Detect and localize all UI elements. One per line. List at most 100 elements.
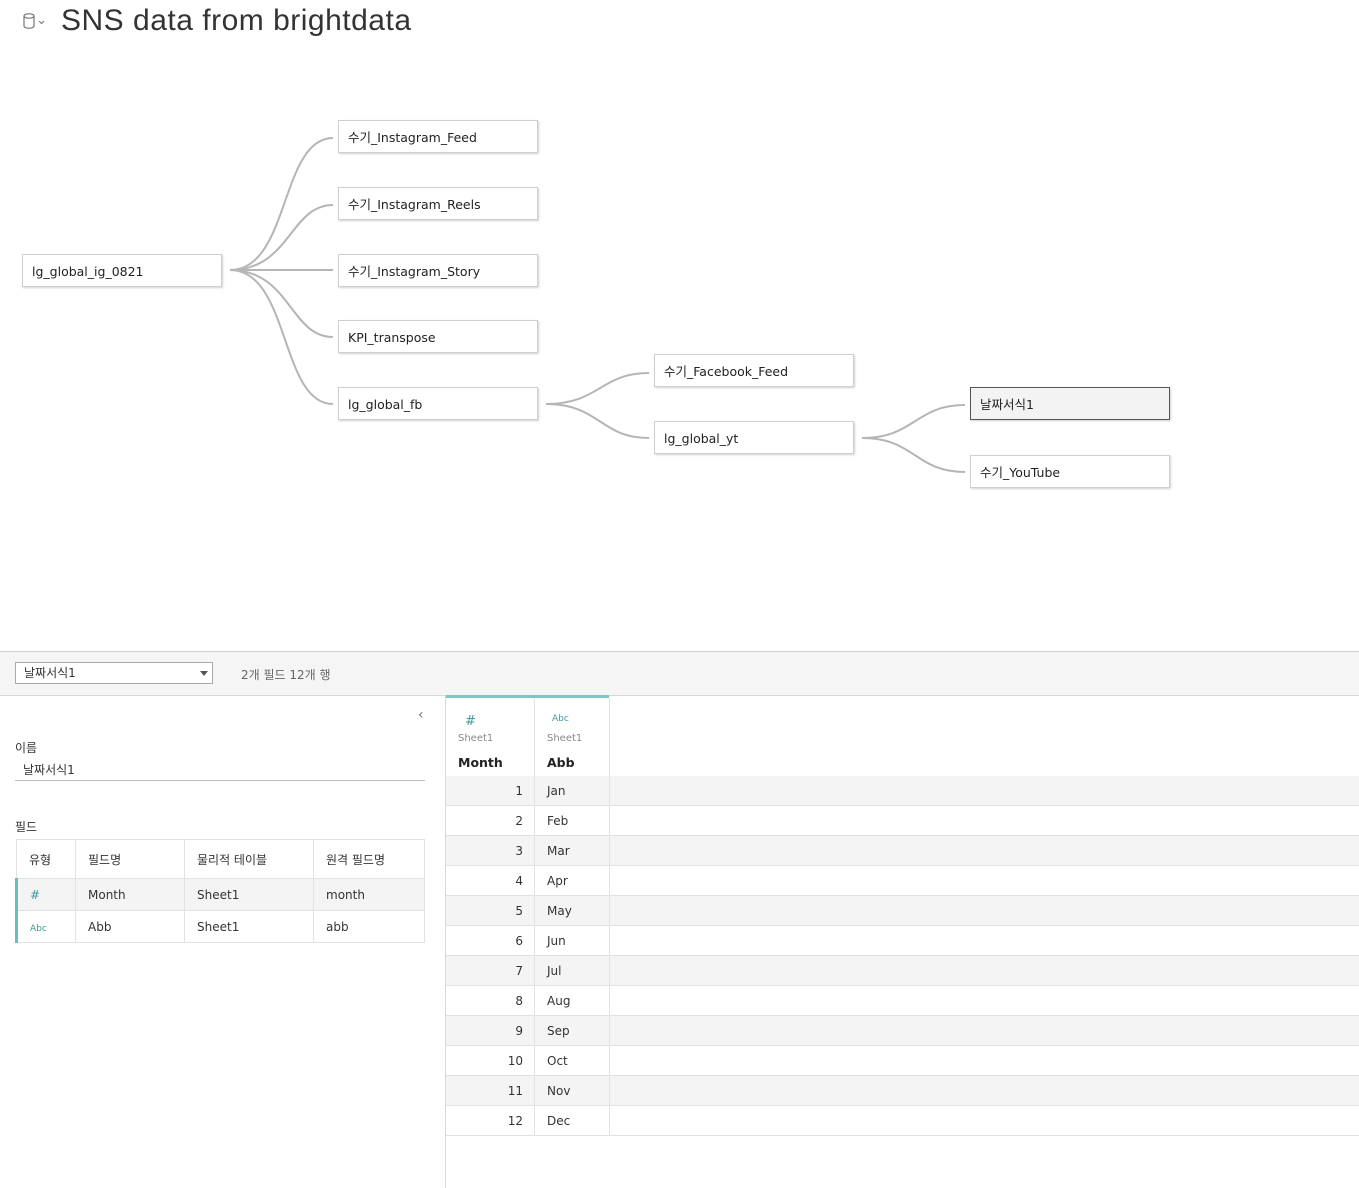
flow-node-lg-global-ig-0821[interactable]: lg_global_ig_0821 [22, 254, 222, 287]
column-divider [534, 1076, 535, 1106]
table-row[interactable]: 3 Mar [446, 836, 1359, 866]
column-divider [534, 986, 535, 1016]
cell-abb: Apr [547, 874, 568, 888]
column-divider [534, 926, 535, 956]
header: SNS data from brightdata [0, 0, 1359, 50]
string-type-icon[interactable]: Abc [552, 714, 569, 724]
flow-node-instagram-story[interactable]: 수기_Instagram_Story [338, 254, 538, 287]
cell-month: 4 [515, 874, 523, 888]
grid-column-month[interactable]: # Sheet1 Month [446, 698, 535, 776]
table-row[interactable]: 8 Aug [446, 986, 1359, 1016]
table-select[interactable]: 날짜서식1 [15, 662, 213, 684]
column-source: Sheet1 [458, 733, 494, 744]
cell-month: 9 [515, 1024, 523, 1038]
column-divider [609, 1106, 610, 1136]
flow-node-lg-global-yt[interactable]: lg_global_yt [654, 421, 854, 454]
chevron-down-icon [200, 671, 208, 676]
column-divider [609, 776, 610, 806]
cell-abb: Jan [547, 784, 566, 798]
physical-table: Sheet1 [184, 878, 314, 911]
fields-table: 유형 필드명 물리적 테이블 원격 필드명 # Month Sheet1 mon… [15, 839, 425, 943]
flow-node-youtube[interactable]: 수기_YouTube [970, 455, 1170, 488]
table-row[interactable]: 5 May [446, 896, 1359, 926]
flow-node-facebook-feed[interactable]: 수기_Facebook_Feed [654, 354, 854, 387]
column-divider [609, 1076, 610, 1106]
table-select-value: 날짜서식1 [24, 666, 76, 680]
table-row[interactable]: 1 Jan [446, 776, 1359, 806]
cell-abb: Feb [547, 814, 569, 828]
table-toolbar: 날짜서식1 2개 필드 12개 행 [0, 651, 1359, 696]
flow-connectors [229, 137, 966, 473]
cell-month: 2 [515, 814, 523, 828]
flow-node-instagram-feed[interactable]: 수기_Instagram_Feed [338, 120, 538, 153]
connector [861, 437, 966, 473]
column-divider [534, 896, 535, 926]
column-divider [609, 836, 610, 866]
table-row[interactable]: 9 Sep [446, 1016, 1359, 1046]
column-divider [609, 956, 610, 986]
field-name[interactable]: Month [75, 878, 185, 911]
cell-month: 6 [515, 934, 523, 948]
connector [861, 404, 966, 439]
col-header-physical-table[interactable]: 물리적 테이블 [184, 839, 314, 879]
table-summary: 2개 필드 12개 행 [241, 668, 331, 682]
flow-node-date-format1[interactable]: 날짜서식1 [970, 387, 1170, 420]
column-divider [609, 926, 610, 956]
database-icon[interactable] [22, 12, 45, 32]
table-row[interactable]: 11 Nov [446, 1076, 1359, 1106]
column-divider [534, 806, 535, 836]
fields-label: 필드 [15, 820, 38, 834]
physical-table: Sheet1 [184, 910, 314, 943]
column-divider [534, 1106, 535, 1136]
cell-abb: Mar [547, 844, 570, 858]
cell-month: 1 [515, 784, 523, 798]
table-row[interactable]: 10 Oct [446, 1046, 1359, 1076]
column-name: Abb [547, 755, 575, 770]
column-divider [609, 806, 610, 836]
column-divider [534, 1016, 535, 1046]
column-divider [609, 896, 610, 926]
field-name[interactable]: Abb [75, 910, 185, 943]
cell-month: 8 [515, 994, 523, 1008]
column-divider [609, 986, 610, 1016]
cell-month: 3 [515, 844, 523, 858]
table-row[interactable]: 12 Dec [446, 1106, 1359, 1136]
page-title: SNS data from brightdata [61, 4, 412, 37]
remote-field: abb [313, 910, 425, 943]
column-source: Sheet1 [547, 733, 583, 744]
column-divider [534, 776, 535, 806]
details-panel: ‹ 이름 날짜서식1 필드 유형 필드명 물리적 테이블 원격 필드명 # Mo… [0, 695, 446, 1188]
table-row[interactable]: # Month Sheet1 month [15, 878, 425, 911]
col-header-type[interactable]: 유형 [16, 839, 76, 879]
flow-node-lg-global-fb[interactable]: lg_global_fb [338, 387, 538, 420]
table-row[interactable]: 7 Jul [446, 956, 1359, 986]
flow-node-instagram-reels[interactable]: 수기_Instagram_Reels [338, 187, 538, 220]
cell-month: 7 [515, 964, 523, 978]
number-type-icon[interactable]: # [465, 714, 476, 729]
connector [229, 269, 334, 405]
name-field[interactable]: 날짜서식1 [15, 759, 425, 781]
table-row[interactable]: 4 Apr [446, 866, 1359, 896]
column-divider [609, 1046, 610, 1076]
connector [545, 403, 650, 439]
flow-node-kpi-transpose[interactable]: KPI_transpose [338, 320, 538, 353]
column-name: Month [458, 755, 503, 770]
cell-abb: Dec [547, 1114, 571, 1128]
table-row[interactable]: 6 Jun [446, 926, 1359, 956]
col-header-field-name[interactable]: 필드명 [75, 839, 185, 879]
name-label: 이름 [15, 741, 38, 755]
column-divider [534, 866, 535, 896]
table-row[interactable]: Abc Abb Sheet1 abb [15, 910, 425, 943]
connector [545, 372, 650, 405]
cell-abb: Jul [547, 964, 562, 978]
col-header-remote-field[interactable]: 원격 필드명 [313, 839, 425, 879]
column-divider [534, 956, 535, 986]
column-divider [609, 866, 610, 896]
cell-abb: Nov [547, 1084, 571, 1098]
cell-month: 10 [507, 1054, 523, 1068]
grid-column-abb[interactable]: Abc Sheet1 Abb [535, 698, 610, 776]
collapse-chevron-left-icon[interactable]: ‹ [418, 707, 424, 723]
column-divider [609, 1016, 610, 1046]
cell-month: 5 [515, 904, 523, 918]
table-row[interactable]: 2 Feb [446, 806, 1359, 836]
